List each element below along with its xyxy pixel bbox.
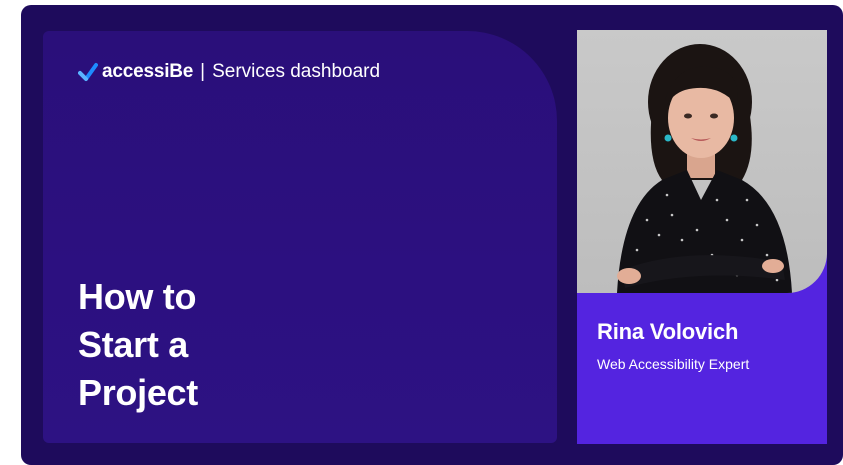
brand-name: accessiBe: [102, 61, 194, 82]
presenter-photo: [577, 30, 827, 293]
video-thumbnail-card[interactable]: accessiBe | Services dashboard How to St…: [21, 5, 843, 465]
presenter-name: Rina Volovich: [597, 319, 739, 344]
title-line: How to: [78, 276, 197, 317]
title-line: Start a: [78, 324, 188, 365]
checkmark-logo-icon: [78, 63, 98, 81]
person-portrait-icon: [617, 44, 792, 293]
video-title: How to Start a Project: [78, 273, 378, 417]
brand-header: accessiBe | Services dashboard: [78, 57, 380, 87]
brand-section: Services dashboard: [212, 61, 381, 82]
brand-separator: |: [200, 61, 206, 82]
presenter-role: Web Accessibility Expert: [597, 356, 750, 372]
presenter-panel: Rina Volovich Web Accessibility Expert: [577, 30, 827, 444]
title-line: Project: [78, 372, 198, 413]
